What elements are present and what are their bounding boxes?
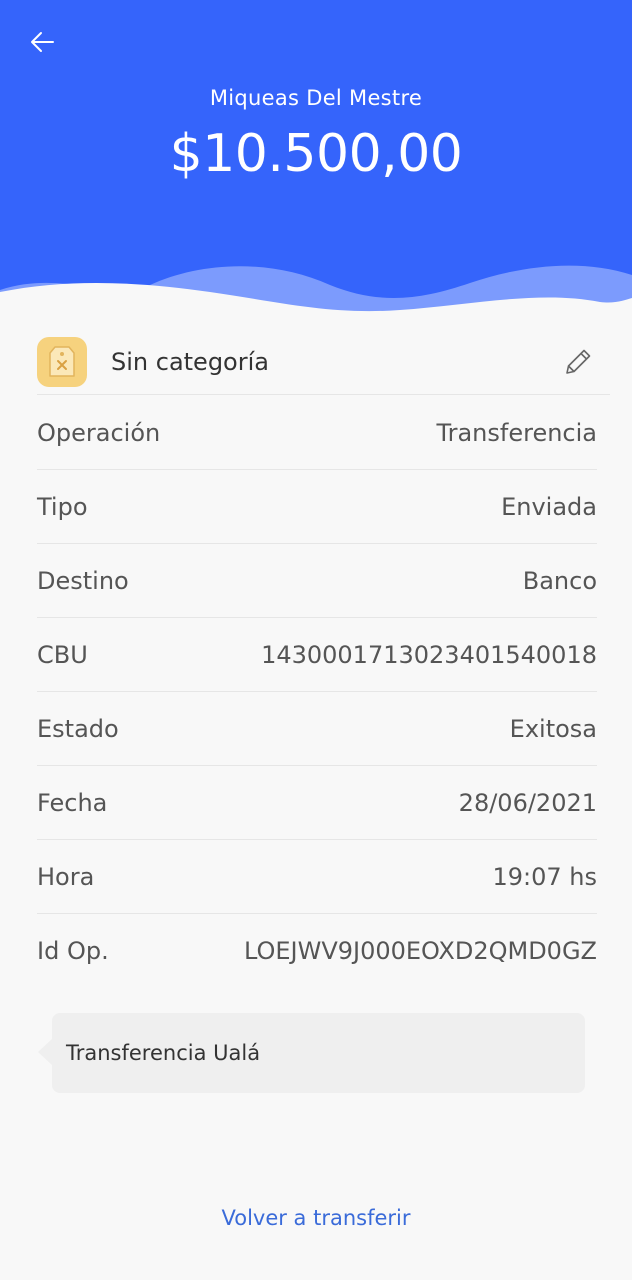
transfer-amount: $10.500,00 (169, 124, 463, 184)
detail-row-fecha: Fecha 28/06/2021 (37, 766, 597, 840)
transfer-note-bubble: Transferencia Ualá (38, 1013, 585, 1093)
detail-label: Id Op. (37, 937, 109, 965)
detail-label: Tipo (37, 492, 88, 521)
category-row[interactable]: Sin categoría (37, 330, 610, 395)
detail-value: LOEJWV9J000EOXD2QMD0GZ (243, 937, 597, 965)
category-label: Sin categoría (111, 348, 269, 376)
pencil-icon (566, 349, 591, 374)
detail-label: CBU (37, 640, 88, 669)
detail-row-tipo: Tipo Enviada (37, 470, 597, 544)
detail-label: Operación (37, 418, 161, 447)
arrow-left-icon (31, 32, 54, 52)
detail-row-id-op: Id Op. LOEJWV9J000EOXD2QMD0GZ (37, 914, 597, 988)
detail-value: Banco (522, 566, 597, 595)
detail-row-operacion: Operación Transferencia (37, 396, 597, 470)
transfer-detail-screen: Miqueas Del Mestre $10.500,00 Sin catego… (0, 0, 632, 1280)
detail-label: Fecha (37, 788, 108, 817)
tag-x-icon (49, 346, 75, 377)
detail-row-destino: Destino Banco (37, 544, 597, 618)
recipient-name: Miqueas Del Mestre (209, 86, 423, 110)
detail-value: 19:07 hs (492, 862, 597, 891)
detail-label: Estado (37, 714, 119, 743)
retry-transfer-link[interactable]: Volver a transferir (0, 1206, 632, 1230)
category-icon-container (37, 337, 87, 387)
transfer-details-list: Operación Transferencia Tipo Enviada Des… (37, 396, 597, 988)
detail-label: Destino (37, 566, 129, 595)
detail-value: Enviada (501, 492, 597, 521)
header: Miqueas Del Mestre $10.500,00 (0, 0, 632, 330)
detail-row-estado: Estado Exitosa (37, 692, 597, 766)
detail-value: 1430001713023401540018 (261, 640, 597, 669)
detail-value: 28/06/2021 (458, 788, 597, 817)
note-text: Transferencia Ualá (66, 1041, 261, 1065)
detail-row-cbu: CBU 1430001713023401540018 (37, 618, 597, 692)
edit-category-button[interactable] (558, 342, 598, 382)
detail-row-hora: Hora 19:07 hs (37, 840, 597, 914)
detail-label: Hora (37, 862, 95, 891)
back-button[interactable] (22, 22, 62, 62)
detail-value: Transferencia (436, 418, 597, 447)
detail-value: Exitosa (509, 714, 597, 743)
